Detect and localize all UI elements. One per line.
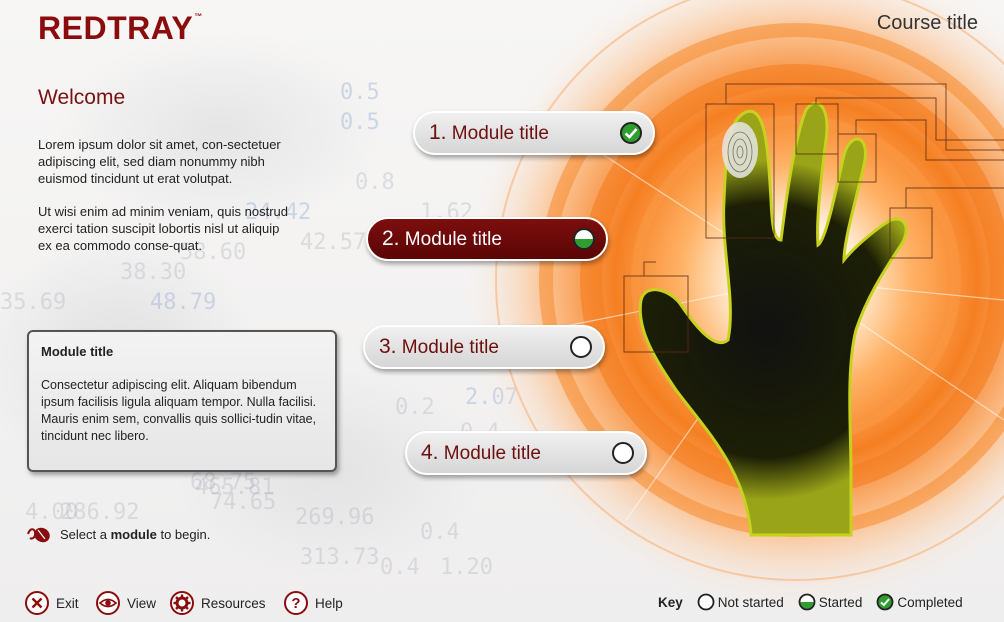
module-info-text: Consectetur adipiscing elit. Aliquam bib… <box>41 378 317 443</box>
close-icon <box>25 591 49 615</box>
intro-text: Lorem ipsum dolor sit amet, con-sectetue… <box>38 136 288 254</box>
key-title: Key <box>658 594 683 610</box>
background-number: 465.81 <box>195 475 275 500</box>
background-number: 0.8 <box>355 170 395 195</box>
key-not-started: Not started <box>697 593 784 611</box>
started-status-icon <box>573 228 595 250</box>
background-number: 313.73 <box>300 545 380 570</box>
completed-status-icon <box>620 122 642 144</box>
intro-paragraph-2: Ut wisi enim ad minim veniam, quis nostr… <box>38 204 288 253</box>
intro-paragraph-1: Lorem ipsum dolor sit amet, con-sectetue… <box>38 137 281 186</box>
background-number: 35.69 <box>0 290 67 315</box>
mouse-icon <box>27 527 50 543</box>
redtray-logo: REDTRAY™ <box>38 10 203 46</box>
question-icon: ? <box>284 591 308 615</box>
background-number: 269.96 <box>295 505 375 530</box>
background-number: 0.4 <box>420 520 460 545</box>
module-button-1[interactable]: 1. Module title <box>413 111 655 155</box>
resources-button[interactable]: Resources <box>169 590 266 616</box>
radar-hand-image <box>466 0 1004 610</box>
background-number: 42.57 <box>300 230 367 255</box>
svg-text:?: ? <box>291 595 300 612</box>
status-key: Key Not started Started Completed <box>658 593 963 611</box>
background-number: 0.4 <box>380 555 420 580</box>
not-started-status-icon <box>612 442 634 464</box>
background-number: 286.92 <box>60 500 140 525</box>
not-started-icon <box>697 593 715 611</box>
background-number: 0.5 <box>340 80 380 105</box>
background-number: 0.5 <box>340 110 380 135</box>
module-info-box: Module title Consectetur adipiscing elit… <box>27 330 337 472</box>
started-icon <box>798 593 816 611</box>
key-completed: Completed <box>876 593 963 611</box>
background-number: 38.30 <box>120 260 187 285</box>
background-number: 0.2 <box>395 395 435 420</box>
key-started: Started <box>798 593 862 611</box>
module-button-4[interactable]: 4. Module title <box>405 431 647 475</box>
module-button-3[interactable]: 3. Module title <box>363 325 605 369</box>
completed-icon <box>876 593 894 611</box>
module-label: 3. Module title <box>379 335 499 358</box>
hero-illustration <box>466 0 1004 622</box>
module-label: 4. Module title <box>421 441 541 464</box>
background-number: 48.79 <box>150 290 217 315</box>
select-module-hint: Select a module to begin. <box>26 524 210 544</box>
view-button[interactable]: View <box>95 590 156 616</box>
module-button-2[interactable]: 2. Module title <box>366 217 608 261</box>
gear-icon <box>170 591 194 615</box>
welcome-heading: Welcome <box>38 86 126 109</box>
module-label: 2. Module title <box>382 227 502 250</box>
exit-button[interactable]: Exit <box>24 590 79 616</box>
eye-icon <box>96 591 120 615</box>
module-label: 1. Module title <box>429 121 549 144</box>
course-title: Course title <box>876 12 978 34</box>
help-button[interactable]: ? Help <box>283 590 343 616</box>
not-started-status-icon <box>570 336 592 358</box>
module-info-title: Module title <box>41 344 114 359</box>
